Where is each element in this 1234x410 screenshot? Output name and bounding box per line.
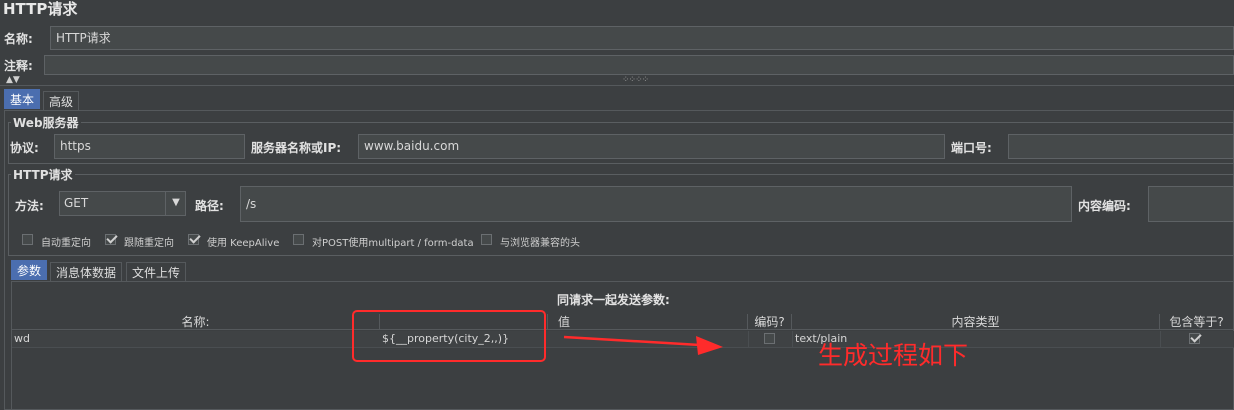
col-header-encode[interactable]: 编码? [748, 314, 792, 330]
col-header-content-type[interactable]: 内容类型 [792, 314, 1160, 330]
row-include-equals-checkbox[interactable] [1189, 333, 1200, 344]
path-label: 路径: [195, 199, 224, 213]
follow-redirect-label: 跟随重定向 [124, 238, 174, 249]
col-header-name[interactable]: 名称: [12, 314, 380, 330]
col-header-include-equals[interactable]: 包含等于? [1160, 314, 1234, 330]
checkbox-follow-redirect[interactable] [105, 234, 116, 245]
comment-label: 注释: [4, 59, 33, 73]
keepalive-label: 使用 KeepAlive [207, 238, 280, 249]
checkbox-auto-redirect[interactable] [22, 234, 33, 245]
annotation-arrow-icon [563, 335, 723, 355]
auto-redirect-label: 自动重定向 [41, 238, 91, 249]
protocol-input[interactable]: https [54, 134, 245, 159]
collapse-arrows-icon[interactable]: ▲▼ [6, 75, 20, 85]
row-divider-1 [748, 331, 749, 347]
name-label: 名称: [4, 32, 33, 46]
port-input[interactable] [1008, 134, 1234, 159]
http-request-legend: HTTP请求 [11, 166, 75, 183]
title-bar [0, 0, 1234, 18]
tab-parameters[interactable]: 参数 [11, 260, 48, 280]
params-caption: 同请求一起发送参数: [557, 293, 670, 307]
page-title: HTTP请求 [3, 0, 78, 18]
splitter-grip-icon[interactable]: ⁘⁘⁘⁘ [622, 75, 649, 85]
method-value: GET [64, 196, 89, 210]
protocol-label: 协议: [10, 141, 39, 155]
row-name-cell[interactable]: wd [14, 331, 30, 347]
path-input[interactable]: /s [240, 186, 1072, 222]
row-divider-2 [792, 331, 793, 347]
splitter-line [0, 85, 1234, 86]
tab-advanced[interactable]: 高级 [43, 91, 80, 111]
comment-input[interactable] [44, 55, 1234, 75]
row-divider-3 [1160, 331, 1161, 347]
port-label: 端口号: [951, 141, 992, 155]
tab-file-upload[interactable]: 文件上传 [126, 262, 187, 282]
server-label: 服务器名称或IP: [251, 141, 342, 155]
method-select[interactable]: GET ▼ [59, 191, 186, 216]
row-encode-checkbox[interactable] [764, 333, 775, 344]
method-label: 方法: [15, 199, 44, 213]
checkbox-keepalive[interactable] [188, 234, 199, 245]
encoding-label: 内容编码: [1078, 199, 1131, 213]
checkbox-browser-headers[interactable] [481, 234, 492, 245]
server-input[interactable]: www.baidu.com [358, 134, 945, 159]
chevron-down-icon[interactable]: ▼ [165, 192, 185, 215]
web-server-legend: Web服务器 [11, 114, 81, 131]
tab-basic[interactable]: 基本 [4, 89, 41, 109]
browser-headers-label: 与浏览器兼容的头 [500, 238, 580, 249]
encoding-input[interactable] [1148, 186, 1234, 222]
multipart-label: 对POST使用multipart / form-data [312, 238, 474, 249]
name-input[interactable]: HTTP请求 [50, 26, 1234, 50]
annotation-text: 生成过程如下 [818, 341, 969, 370]
tab-body-data[interactable]: 消息体数据 [50, 262, 123, 282]
highlight-box [352, 310, 546, 362]
checkbox-multipart[interactable] [293, 234, 304, 245]
